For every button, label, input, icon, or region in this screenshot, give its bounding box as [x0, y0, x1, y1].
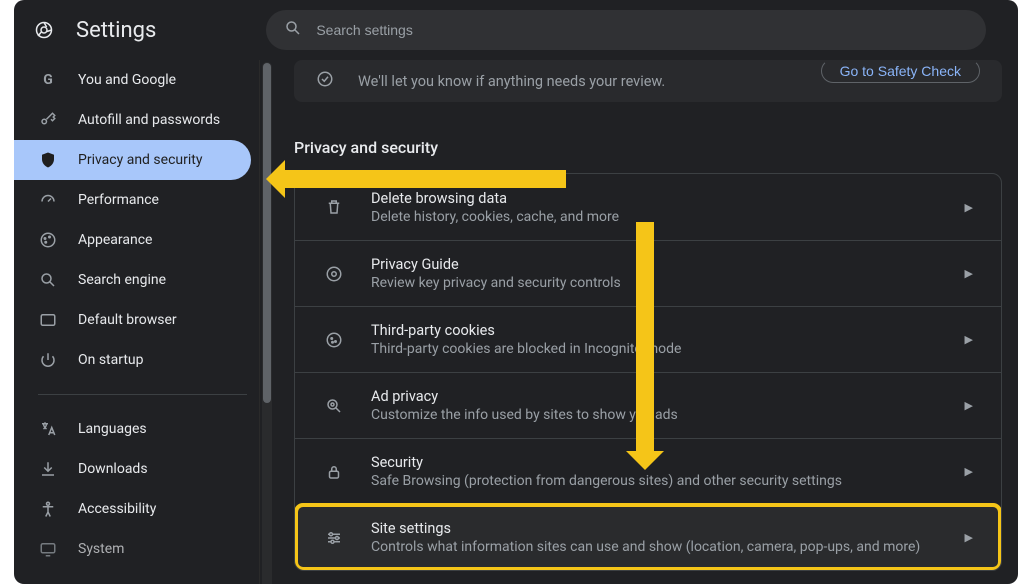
row-privacy-guide[interactable]: Privacy Guide Review key privacy and sec… [295, 240, 1001, 306]
row-subtitle: Review key privacy and security controls [371, 275, 621, 291]
row-title: Delete browsing data [371, 190, 619, 207]
sidebar-item-label: System [78, 541, 124, 557]
row-title: Site settings [371, 520, 920, 537]
palette-icon [38, 231, 58, 249]
row-subtitle: Safe Browsing (protection from dangerous… [371, 473, 842, 489]
browser-icon [38, 311, 58, 329]
sidebar-item-on-startup[interactable]: On startup [14, 340, 251, 380]
sidebar-item-you-and-google[interactable]: G You and Google [14, 60, 251, 100]
speed-icon [38, 191, 58, 209]
row-title: Ad privacy [371, 388, 678, 405]
download-icon [38, 460, 58, 478]
guide-icon [323, 265, 345, 283]
sidebar: G You and Google Autofill and passwords … [14, 60, 259, 584]
sidebar-item-system[interactable]: System [14, 529, 251, 569]
page-title: Settings [76, 18, 156, 43]
sidebar-item-label: Accessibility [78, 501, 156, 517]
chevron-right-icon: ▶ [965, 267, 973, 280]
accessibility-icon [38, 500, 58, 518]
search-icon [284, 19, 302, 41]
row-subtitle: Delete history, cookies, cache, and more [371, 209, 619, 225]
chevron-right-icon: ▶ [965, 201, 973, 214]
sidebar-item-search-engine[interactable]: Search engine [14, 260, 251, 300]
scrollbar[interactable] [262, 62, 272, 584]
sidebar-item-appearance[interactable]: Appearance [14, 220, 251, 260]
trash-icon [323, 198, 345, 216]
chevron-right-icon: ▶ [965, 333, 973, 346]
row-title: Security [371, 454, 842, 471]
verified-icon [316, 70, 334, 92]
scrollbar-thumb[interactable] [263, 63, 271, 403]
chevron-right-icon: ▶ [965, 465, 973, 478]
search-box[interactable] [266, 10, 986, 50]
search-icon [38, 271, 58, 289]
search-input[interactable] [316, 22, 968, 38]
sidebar-item-label: Privacy and security [78, 152, 202, 168]
chevron-right-icon: ▶ [965, 531, 973, 544]
sidebar-item-privacy[interactable]: Privacy and security [14, 140, 251, 180]
lock-icon [323, 463, 345, 481]
sidebar-item-label: Performance [78, 192, 159, 208]
section-title: Privacy and security [294, 138, 1002, 157]
system-icon [38, 540, 58, 558]
chrome-logo-icon [30, 16, 58, 44]
row-subtitle: Customize the info used by sites to show… [371, 407, 678, 423]
sidebar-item-languages[interactable]: Languages [14, 409, 251, 449]
safety-check-button[interactable]: Go to Safety Check [821, 60, 980, 83]
settings-window: Settings G You and Google Autofill and p… [14, 0, 1018, 584]
header: Settings [14, 0, 1018, 60]
sidebar-item-label: Autofill and passwords [78, 112, 220, 128]
safety-check-banner: We'll let you know if anything needs you… [294, 60, 1002, 102]
row-delete-browsing-data[interactable]: Delete browsing data Delete history, coo… [295, 174, 1001, 240]
row-third-party-cookies[interactable]: Third-party cookies Third-party cookies … [295, 306, 1001, 372]
tune-icon [323, 529, 345, 547]
sidebar-item-label: Languages [78, 421, 147, 437]
sidebar-item-accessibility[interactable]: Accessibility [14, 489, 251, 529]
content-scroller: We'll let you know if anything needs you… [259, 60, 1018, 584]
row-site-settings[interactable]: Site settings Controls what information … [295, 504, 1001, 570]
language-icon [38, 420, 58, 438]
ads-icon [323, 397, 345, 415]
cookie-icon [323, 331, 345, 349]
chevron-right-icon: ▶ [965, 399, 973, 412]
sidebar-item-downloads[interactable]: Downloads [14, 449, 251, 489]
row-title: Privacy Guide [371, 256, 621, 273]
sidebar-item-label: Default browser [78, 312, 177, 328]
sidebar-item-label: You and Google [78, 72, 176, 88]
sidebar-item-label: Search engine [78, 272, 166, 288]
sidebar-item-default-browser[interactable]: Default browser [14, 300, 251, 340]
sidebar-separator [38, 394, 247, 395]
google-icon: G [38, 72, 58, 88]
row-subtitle: Controls what information sites can use … [371, 539, 920, 555]
privacy-card: Delete browsing data Delete history, coo… [294, 173, 1002, 571]
safety-text: We'll let you know if anything needs you… [358, 73, 665, 90]
row-title: Third-party cookies [371, 322, 681, 339]
power-icon [38, 351, 58, 369]
sidebar-item-label: Downloads [78, 461, 148, 477]
sidebar-item-label: On startup [78, 352, 144, 368]
sidebar-item-performance[interactable]: Performance [14, 180, 251, 220]
row-ad-privacy[interactable]: Ad privacy Customize the info used by si… [295, 372, 1001, 438]
sidebar-item-autofill[interactable]: Autofill and passwords [14, 100, 251, 140]
shield-icon [38, 151, 58, 169]
key-icon [38, 111, 58, 129]
sidebar-item-label: Appearance [78, 232, 152, 248]
row-subtitle: Third-party cookies are blocked in Incog… [371, 341, 681, 357]
row-security[interactable]: Security Safe Browsing (protection from … [295, 438, 1001, 504]
